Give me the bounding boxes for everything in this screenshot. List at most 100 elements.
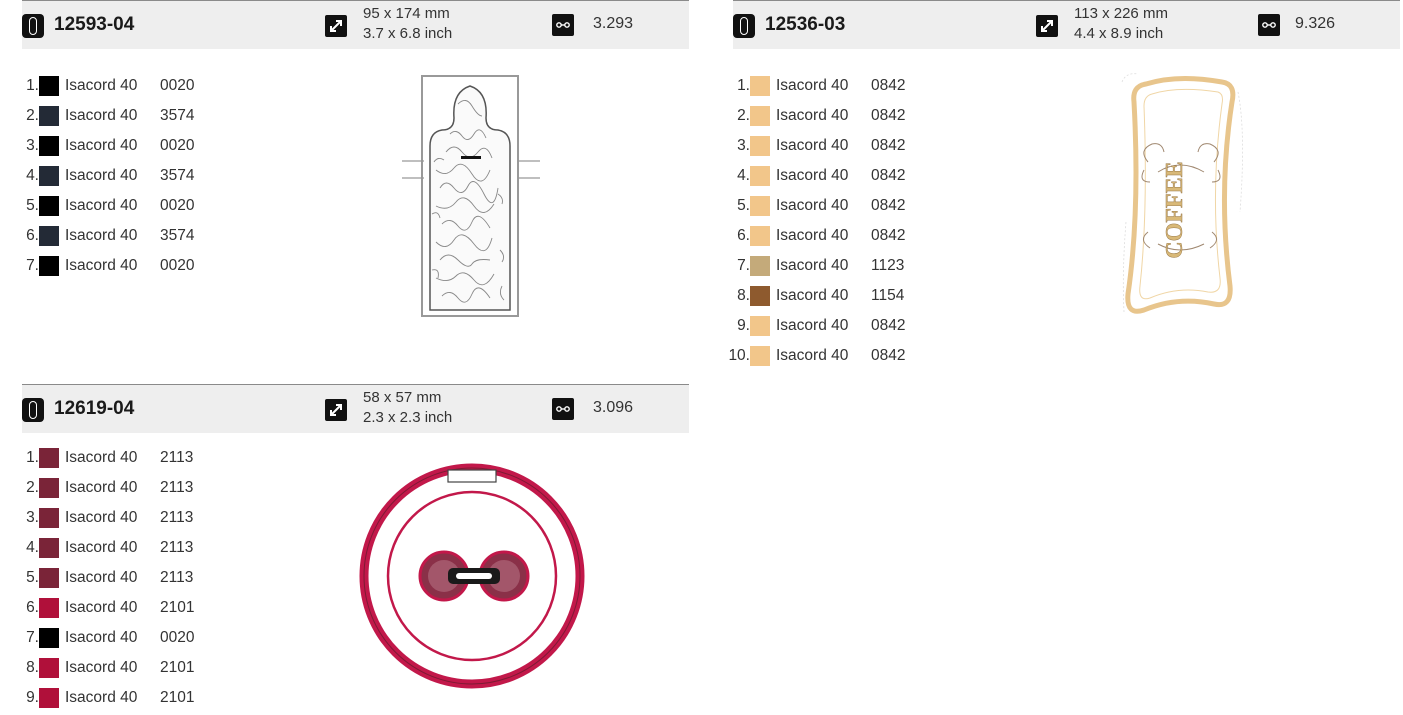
design-id: 12593-04 [54, 14, 135, 35]
thread-number: 6. [26, 599, 39, 616]
design-id: 12536-03 [765, 14, 846, 35]
thread-code: 0842 [871, 347, 906, 364]
thread-color-swatch [39, 76, 59, 96]
size-mm: 58 x 57 mm [363, 389, 442, 406]
thread-code: 2113 [160, 509, 194, 526]
thread-brand: Isacord 40 [776, 317, 849, 334]
thread-number: 1. [737, 77, 750, 94]
design-size: 58 x 57 mm 2.3 x 2.3 inch [363, 388, 452, 428]
thread-number: 3. [26, 137, 39, 154]
size-mm: 113 x 226 mm [1074, 5, 1168, 22]
thread-color-swatch [39, 628, 59, 648]
thread-number: 7. [26, 629, 39, 646]
stitch-count: 3.096 [593, 399, 634, 416]
coffee-artwork-text: COFFEE [1162, 161, 1188, 258]
thread-number: 9. [737, 317, 750, 334]
thread-number: 5. [26, 197, 39, 214]
thread-number: 8. [26, 659, 39, 676]
thread-color-swatch [750, 256, 770, 276]
thread-color-swatch [39, 598, 59, 618]
thread-code: 0020 [160, 77, 195, 94]
thread-number: 2. [737, 107, 750, 124]
stitch-count-icon [552, 398, 574, 420]
design-thumbnail [402, 75, 540, 317]
thread-code: 3574 [160, 107, 195, 124]
thread-number: 4. [26, 167, 39, 184]
thread-brand: Isacord 40 [65, 629, 138, 646]
thread-number: 4. [26, 539, 39, 556]
thread-color-swatch [750, 346, 770, 366]
thread-color-swatch [750, 166, 770, 186]
design-size: 113 x 226 mm 4.4 x 8.9 inch [1074, 4, 1168, 44]
size-inch: 4.4 x 8.9 inch [1074, 25, 1164, 42]
thread-number: 3. [737, 137, 750, 154]
thread-code: 0020 [160, 137, 195, 154]
design-id: 12619-04 [54, 398, 135, 419]
thread-brand: Isacord 40 [65, 599, 138, 616]
thread-number: 5. [26, 569, 39, 586]
resize-arrows-icon [325, 399, 347, 421]
size-mm: 95 x 174 mm [363, 5, 450, 22]
thread-brand: Isacord 40 [65, 77, 138, 94]
hoop-icon [733, 14, 755, 38]
thread-code: 0842 [871, 107, 906, 124]
thread-brand: Isacord 40 [776, 137, 849, 154]
thread-number: 2. [26, 479, 39, 496]
thread-code: 2101 [160, 689, 195, 706]
thread-brand: Isacord 40 [776, 167, 849, 184]
thread-color-swatch [39, 136, 59, 156]
thread-color-swatch [39, 508, 59, 528]
thread-color-swatch [750, 106, 770, 126]
thread-number: 2. [26, 107, 39, 124]
thread-code: 2113 [160, 479, 194, 496]
thread-brand: Isacord 40 [65, 449, 138, 466]
thread-code: 0020 [160, 197, 195, 214]
thread-number: 7. [26, 257, 39, 274]
design-size: 95 x 174 mm 3.7 x 6.8 inch [363, 4, 452, 44]
thread-color-swatch [39, 688, 59, 708]
thread-brand: Isacord 40 [65, 227, 138, 244]
thread-brand: Isacord 40 [776, 107, 849, 124]
thread-brand: Isacord 40 [776, 287, 849, 304]
thread-code: 0842 [871, 197, 906, 214]
thread-color-swatch [750, 136, 770, 156]
thread-brand: Isacord 40 [65, 137, 138, 154]
thread-code: 0842 [871, 167, 906, 184]
thread-number: 3. [26, 509, 39, 526]
thread-number: 1. [26, 449, 39, 466]
thread-brand: Isacord 40 [65, 509, 138, 526]
thread-brand: Isacord 40 [65, 539, 138, 556]
design-thumbnail: COFFEE [1121, 73, 1243, 314]
thread-brand: Isacord 40 [776, 257, 849, 274]
thread-brand: Isacord 40 [65, 569, 138, 586]
resize-arrows-icon [1036, 15, 1058, 37]
thread-number: 4. [737, 167, 750, 184]
thread-code: 0842 [871, 77, 906, 94]
size-inch: 3.7 x 6.8 inch [363, 25, 453, 42]
thread-number: 8. [737, 287, 750, 304]
thread-code: 1154 [871, 287, 905, 304]
size-inch: 2.3 x 2.3 inch [363, 409, 453, 426]
thread-color-swatch [39, 448, 59, 468]
thread-number: 1. [26, 77, 39, 94]
thread-color-swatch [39, 196, 59, 216]
thread-number: 7. [737, 257, 750, 274]
thread-brand: Isacord 40 [65, 257, 138, 274]
thread-color-swatch [750, 196, 770, 216]
thread-code: 1123 [871, 257, 905, 274]
stitch-count-icon [1258, 14, 1280, 36]
thread-color-swatch [39, 256, 59, 276]
thread-brand: Isacord 40 [776, 77, 849, 94]
design-header: 12536-03 113 x 226 mm 4.4 x 8.9 inch 9.3… [733, 0, 1400, 49]
thread-color-swatch [39, 226, 59, 246]
resize-arrows-icon [325, 15, 347, 37]
thread-code: 0842 [871, 227, 906, 244]
thread-color-swatch [750, 316, 770, 336]
thread-code: 0020 [160, 257, 195, 274]
thread-number: 10. [728, 347, 750, 364]
thread-color-swatch [39, 538, 59, 558]
thread-code: 0842 [871, 317, 906, 334]
thread-code: 3574 [160, 167, 195, 184]
thread-color-swatch [39, 166, 59, 186]
thread-code: 2101 [160, 659, 195, 676]
